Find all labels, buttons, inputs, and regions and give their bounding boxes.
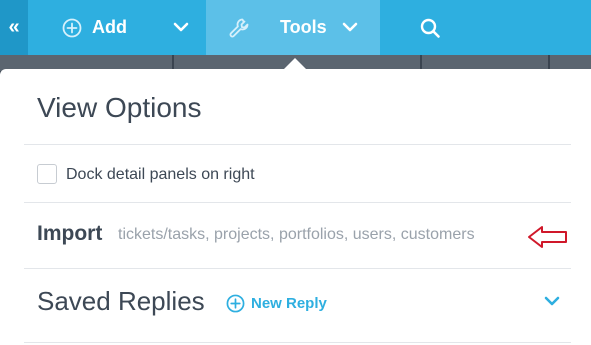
new-reply-label: New Reply <box>251 295 327 312</box>
divider <box>24 144 571 145</box>
search-icon <box>420 18 440 38</box>
dock-panels-checkbox[interactable] <box>37 164 57 184</box>
arrow-left-icon <box>528 226 567 248</box>
chevron-down-icon <box>342 22 358 32</box>
plus-circle-icon <box>226 294 245 313</box>
chevron-down-icon[interactable] <box>543 293 561 309</box>
add-menu-button[interactable]: Add <box>28 0 206 55</box>
add-menu-label: Add <box>92 17 127 37</box>
saved-replies-heading: Saved Replies <box>37 286 205 316</box>
divider <box>24 268 571 269</box>
wrench-icon <box>229 18 249 38</box>
collapse-sidebar-button[interactable]: « <box>0 0 28 55</box>
double-chevron-left-icon: « <box>8 16 20 38</box>
plus-circle-icon <box>62 18 82 38</box>
divider <box>24 202 571 203</box>
import-link[interactable]: Import <box>37 222 102 246</box>
dropdown-caret <box>284 58 306 69</box>
search-button[interactable] <box>380 0 480 55</box>
tools-menu-button[interactable]: Tools <box>206 0 380 55</box>
chevron-down-icon <box>173 22 189 32</box>
divider <box>24 342 571 343</box>
top-nav-bar: « Add Tools <box>0 0 591 55</box>
dock-panels-label[interactable]: Dock detail panels on right <box>66 166 255 184</box>
view-options-heading: View Options <box>37 92 202 123</box>
import-description: tickets/tasks, projects, portfolios, use… <box>118 226 475 243</box>
tools-menu-label: Tools <box>280 17 327 37</box>
new-reply-button[interactable]: New Reply <box>226 294 327 313</box>
